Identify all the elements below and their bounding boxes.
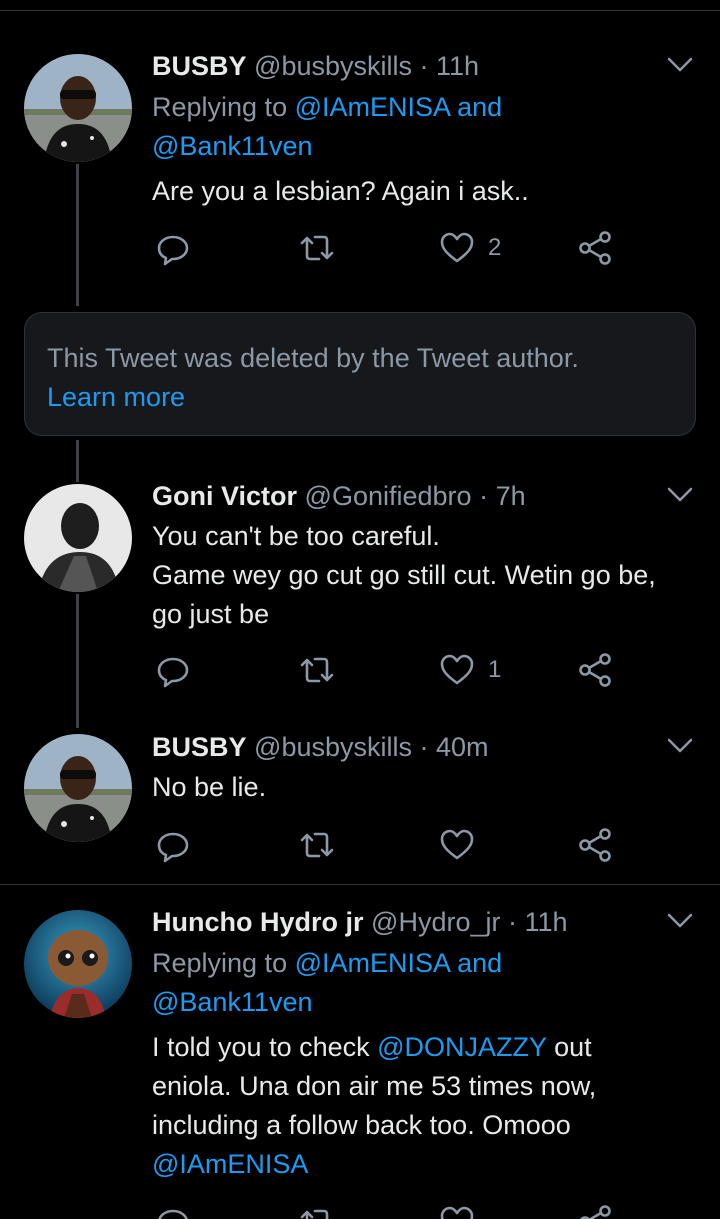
author-handle[interactable]: @busbyskills [254, 732, 412, 762]
share-button[interactable] [576, 650, 614, 690]
retweet-icon [300, 1209, 329, 1219]
heart-icon [440, 654, 474, 685]
tweet-text: Are you a lesbian? Again i ask.. [152, 176, 529, 206]
thread-line [76, 594, 79, 728]
avatar-busby[interactable] [24, 734, 132, 842]
tweet-actions [152, 1202, 622, 1219]
like-count: 1 [488, 656, 502, 683]
top-divider [0, 10, 720, 11]
author-handle[interactable]: @Hydro_jr [371, 907, 500, 937]
share-button[interactable] [576, 1202, 614, 1219]
reply-button[interactable] [154, 228, 192, 268]
chevron-down-icon[interactable] [666, 56, 694, 74]
mention-link[interactable]: @IAmENISA [295, 948, 450, 978]
retweet-button[interactable] [298, 650, 336, 690]
thread-line [76, 440, 79, 482]
retweet-icon [300, 235, 334, 261]
tweet-text: No be lie. [152, 772, 267, 802]
heart-icon [440, 232, 474, 263]
avatar-goni-victor[interactable] [24, 484, 132, 592]
like-button[interactable] [438, 1202, 476, 1219]
tweet-text-line: You can't be too careful. [152, 521, 440, 551]
tweet-text-part: I told you to check [152, 1032, 370, 1062]
timestamp[interactable]: 7h [496, 481, 526, 511]
replying-prefix: Replying to [152, 92, 288, 122]
chevron-down-icon[interactable] [666, 486, 694, 504]
mention-link[interactable]: @DONJAZZY [377, 1032, 546, 1062]
reply-icon [157, 832, 189, 863]
share-icon [579, 231, 611, 265]
replying-to: Replying to @IAmENISA and @Bank11ven [152, 944, 672, 1022]
chevron-down-icon[interactable] [666, 912, 694, 930]
thread-line [76, 164, 79, 306]
mention-link[interactable]: @Bank11ven [152, 131, 313, 161]
tweet-text: I told you to check @DONJAZZY out eniola… [152, 1028, 662, 1184]
timestamp[interactable]: 40m [436, 732, 489, 762]
deleted-message: This Tweet was deleted by the Tweet auth… [47, 343, 579, 373]
tweet-actions: 1 [152, 650, 622, 690]
timestamp[interactable]: 11h [525, 907, 568, 937]
author-name[interactable]: BUSBY [152, 51, 247, 81]
share-icon [579, 828, 611, 862]
replying-prefix: Replying to [152, 948, 288, 978]
separator-dot: · [419, 51, 429, 81]
retweet-button[interactable] [298, 228, 336, 268]
heart-icon [440, 1206, 474, 1219]
like-count: 2 [488, 234, 502, 261]
timestamp[interactable]: 11h [436, 51, 479, 81]
reply-button[interactable] [154, 825, 192, 865]
share-button[interactable] [576, 825, 614, 865]
heart-icon [440, 829, 474, 860]
tweet-header: BUSBY @busbyskills · 11h [152, 47, 479, 85]
reply-icon [158, 1209, 188, 1219]
thread-divider [0, 884, 720, 885]
author-name[interactable]: Goni Victor [152, 481, 297, 511]
like-button[interactable]: 1 [438, 650, 501, 690]
reply-icon [157, 235, 189, 266]
deleted-tweet-notice: This Tweet was deleted by the Tweet auth… [24, 312, 696, 436]
replying-and: and [457, 92, 503, 122]
reply-button[interactable] [154, 650, 192, 690]
share-icon [579, 653, 611, 687]
author-name[interactable]: Huncho Hydro jr [152, 907, 364, 937]
retweet-button[interactable] [298, 825, 336, 865]
replying-and: and [457, 948, 503, 978]
mention-link[interactable]: @IAmENISA [152, 1149, 308, 1179]
tweet-header: BUSBY @busbyskills · 40m [152, 728, 489, 766]
separator-dot: · [419, 732, 429, 762]
replying-to: Replying to @IAmENISA and @Bank11ven [152, 88, 672, 166]
mention-link[interactable]: @Bank11ven [152, 987, 313, 1017]
tweet-text-line: Game wey go cut go still cut. Wetin go b… [152, 560, 656, 629]
separator-dot: · [479, 481, 489, 511]
reply-icon [157, 657, 189, 688]
retweet-icon [300, 832, 334, 858]
avatar-busby[interactable] [24, 54, 132, 162]
retweet-icon [300, 657, 334, 683]
mention-link[interactable]: @IAmENISA [295, 92, 450, 122]
author-name[interactable]: BUSBY [152, 732, 247, 762]
retweet-button[interactable] [298, 1202, 336, 1219]
like-button[interactable] [438, 825, 476, 865]
author-handle[interactable]: @Gonifiedbro [305, 481, 472, 511]
like-button[interactable]: 2 [438, 228, 501, 268]
tweet-text: You can't be too careful. Game wey go cu… [152, 517, 692, 634]
avatar-huncho-hydro[interactable] [24, 910, 132, 1018]
tweet-header: Huncho Hydro jr @Hydro_jr · 11h [152, 903, 568, 941]
tweet-header: Goni Victor @Gonifiedbro · 7h [152, 477, 526, 515]
tweet-actions [152, 825, 622, 865]
share-icon [580, 1205, 611, 1219]
reply-button[interactable] [154, 1202, 192, 1219]
author-handle[interactable]: @busbyskills [254, 51, 412, 81]
separator-dot: · [507, 907, 517, 937]
chevron-down-icon[interactable] [666, 737, 694, 755]
tweet-actions: 2 [152, 228, 622, 268]
learn-more-link[interactable]: Learn more [47, 378, 673, 417]
share-button[interactable] [576, 228, 614, 268]
